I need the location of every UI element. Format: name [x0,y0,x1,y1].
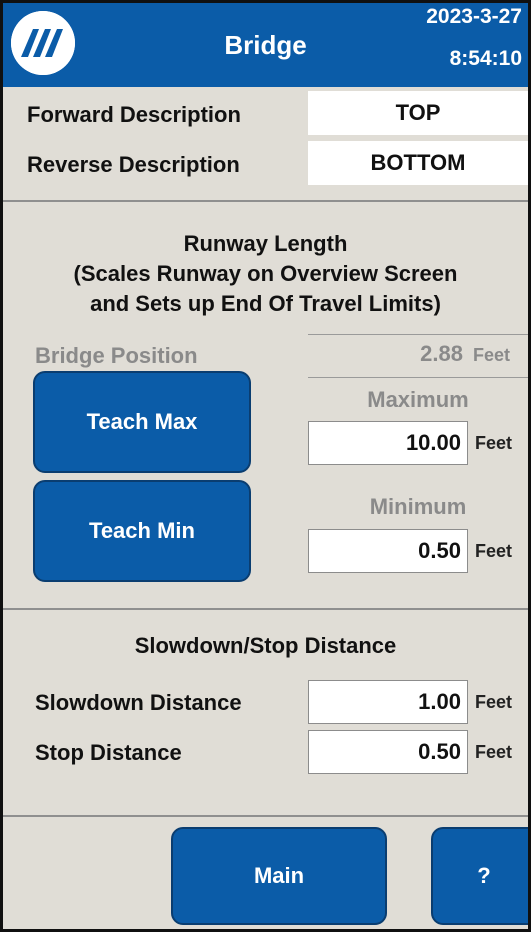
header-bar: Bridge 2023-3-27 8:54:10 [3,3,528,87]
teach-max-button[interactable]: Teach Max [33,371,251,473]
reverse-description-field[interactable]: BOTTOM [308,141,528,185]
minimum-input[interactable]: 0.50 [308,529,468,573]
forward-description-field[interactable]: TOP [308,91,528,135]
slowdown-distance-input[interactable]: 1.00 [308,680,468,724]
stop-distance-label: Stop Distance [35,740,182,765]
bridge-position-label: Bridge Position [35,343,198,368]
runway-title: Runway Length [183,231,348,256]
teach-min-button[interactable]: Teach Min [33,480,251,582]
main-button[interactable]: Main [171,827,387,925]
slowdown-distance-unit: Feet [475,692,513,712]
section-divider [3,608,528,610]
reverse-description-label: Reverse Description [27,152,240,177]
position-top-rule [308,334,528,335]
time-display: 8:54:10 [449,47,522,70]
runway-subtitle-line1: (Scales Runway on Overview Screen [73,261,458,286]
bridge-position-value: 2.88 [420,341,463,366]
minimum-unit: Feet [475,541,513,561]
slowdown-distance-label: Slowdown Distance [35,690,242,715]
maximum-unit: Feet [475,433,513,453]
maximum-input[interactable]: 10.00 [308,421,468,465]
section-divider [3,200,528,202]
stop-distance-unit: Feet [475,742,513,762]
date-display: 2023-3-27 [426,5,522,28]
position-bottom-rule [308,377,528,378]
minimum-label: Minimum [369,494,467,519]
section-divider [3,815,528,817]
runway-subtitle-line2: and Sets up End Of Travel Limits) [90,291,441,316]
slowdown-title: Slowdown/Stop Distance [134,633,397,658]
screen-frame: Bridge 2023-3-27 8:54:10 Forward Descrip… [0,0,531,932]
forward-description-label: Forward Description [27,102,241,127]
stop-distance-input[interactable]: 0.50 [308,730,468,774]
help-button[interactable]: ? [431,827,528,925]
bridge-position-unit: Feet [473,345,511,365]
maximum-label: Maximum [367,387,469,412]
